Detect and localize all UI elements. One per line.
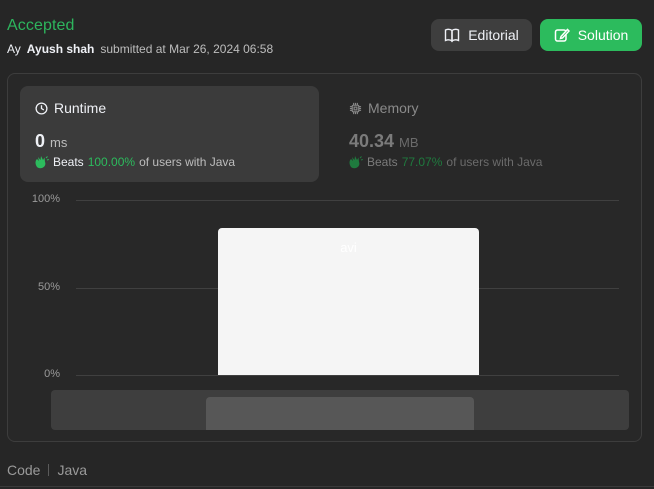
tab-code[interactable]: Code	[7, 462, 40, 478]
avatar[interactable]: Ay	[7, 42, 21, 56]
memory-beats: Beats 77.07% of users with Java	[348, 155, 542, 169]
code-section-header: Code Java	[7, 462, 87, 478]
y-tick-label: 100%	[31, 193, 60, 205]
memory-beats-tail: of users with Java	[446, 155, 543, 169]
code-language: Java	[57, 462, 88, 478]
edit-icon	[554, 28, 570, 42]
submitted-time: submitted at Mar 26, 2024 06:58	[100, 42, 274, 56]
divider	[0, 486, 654, 487]
runtime-distribution-chart: 100% 50% 0% avi	[8, 192, 641, 382]
chart-gridline	[76, 200, 619, 201]
chart-range-scrollbar[interactable]	[51, 390, 629, 430]
chart-range-thumb[interactable]	[206, 397, 474, 430]
memory-beats-label: Beats	[367, 155, 398, 169]
runtime-value: 0 ms	[35, 131, 67, 152]
memory-number: 40.34	[349, 131, 395, 151]
runtime-beats-percent: 100.00%	[87, 155, 136, 169]
memory-unit: MB	[399, 135, 419, 150]
solution-label: Solution	[577, 27, 629, 43]
clap-icon	[35, 156, 49, 169]
book-icon	[445, 28, 460, 43]
runtime-header: Runtime	[35, 100, 106, 116]
runtime-beats-tail: of users with Java	[139, 155, 236, 169]
divider	[48, 464, 50, 476]
chart-bar-label: avi	[340, 240, 357, 255]
memory-card[interactable]: Memory 40.34 MB Beats 77.07% of users wi…	[334, 86, 633, 182]
editorial-button[interactable]: Editorial	[431, 19, 532, 51]
y-tick-label: 0%	[44, 368, 60, 380]
clock-icon	[35, 101, 48, 115]
submission-status: Accepted	[7, 17, 75, 34]
user-name-link[interactable]: Ayush shah	[27, 42, 95, 56]
chart-gridline	[76, 375, 619, 376]
y-tick-label: 50%	[37, 280, 60, 293]
submission-meta: Ay Ayush shah submitted at Mar 26, 2024 …	[7, 42, 273, 56]
solution-button[interactable]: Solution	[540, 19, 642, 51]
runtime-title: Runtime	[54, 100, 107, 116]
memory-value: 40.34 MB	[349, 131, 419, 152]
runtime-unit: ms	[50, 135, 68, 150]
submission-header: Accepted Ay Ayush shah submitted at Mar …	[0, 0, 654, 64]
runtime-card[interactable]: Runtime 0 ms Beats 100.00% of users with…	[20, 86, 319, 182]
runtime-beats: Beats 100.00% of users with Java	[34, 155, 235, 169]
runtime-number: 0	[35, 131, 46, 151]
memory-title: Memory	[368, 100, 419, 116]
runtime-beats-label: Beats	[53, 155, 84, 169]
clap-icon	[349, 156, 363, 169]
memory-beats-percent: 77.07%	[401, 155, 443, 169]
editorial-label: Editorial	[468, 27, 519, 43]
performance-panel: Runtime 0 ms Beats 100.00% of users with…	[7, 73, 642, 442]
chip-icon	[349, 102, 362, 114]
memory-header: Memory	[349, 100, 419, 116]
